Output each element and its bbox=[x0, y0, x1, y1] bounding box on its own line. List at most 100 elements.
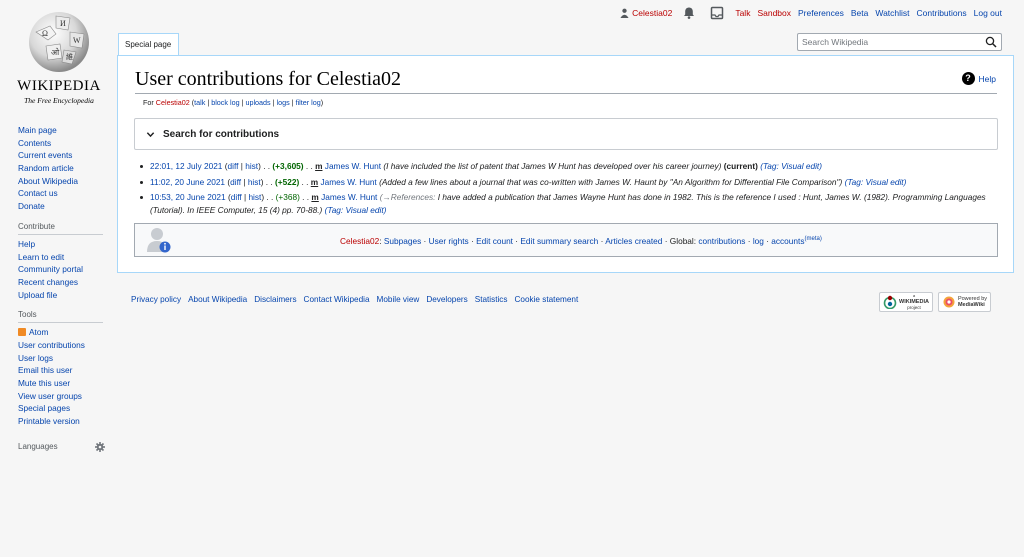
sidebar-item-special-pages[interactable]: Special pages bbox=[18, 403, 70, 413]
edit-summary-search-link[interactable]: Edit summary search bbox=[520, 236, 598, 246]
userbox-user-link[interactable]: Celestia02 bbox=[340, 236, 379, 246]
search-contributions-toggle[interactable]: Search for contributions bbox=[134, 118, 998, 150]
global-accounts-link[interactable]: accounts bbox=[771, 236, 804, 246]
contrib-date-link[interactable]: 10:53, 20 June 2021 bbox=[150, 192, 226, 202]
sidebar-item-user-contributions[interactable]: User contributions bbox=[18, 340, 85, 350]
sidebar-item-contents[interactable]: Contents bbox=[18, 138, 51, 148]
logout-link[interactable]: Log out bbox=[974, 8, 1002, 18]
tag-link[interactable]: (Tag: Visual edit) bbox=[760, 161, 822, 171]
sidebar-item-upload-file[interactable]: Upload file bbox=[18, 290, 57, 300]
preferences-link[interactable]: Preferences bbox=[798, 8, 844, 18]
page-link[interactable]: James W. Hunt bbox=[325, 161, 381, 171]
subtitle-block-log-link[interactable]: block log bbox=[211, 98, 239, 107]
user-info-box: Celestia02: Subpages · User rights · Edi… bbox=[134, 223, 998, 257]
subtitle-logs-link[interactable]: logs bbox=[277, 98, 290, 107]
sidebar-item-view-user-groups[interactable]: View user groups bbox=[18, 391, 82, 401]
section-link[interactable]: (→References: bbox=[380, 192, 436, 202]
sidebar-item-recent-changes[interactable]: Recent changes bbox=[18, 277, 78, 287]
wikipedia-logo[interactable]: Ω И W ओ 維 WIKIPEDIA The Free Encyclopedi… bbox=[14, 8, 104, 108]
help-link[interactable]: ? Help bbox=[961, 72, 996, 85]
sidebar-item-contact[interactable]: Contact us bbox=[18, 188, 58, 198]
user-page-link[interactable]: Celestia02 bbox=[620, 8, 672, 18]
hist-link[interactable]: hist bbox=[248, 177, 261, 187]
search-input[interactable] bbox=[802, 37, 982, 47]
subtitle-uploads-link[interactable]: uploads bbox=[245, 98, 270, 107]
contrib-date-link[interactable]: 11:02, 20 June 2021 bbox=[150, 177, 225, 187]
contributions-list: 22:01, 12 July 2021 (diff | hist) . . (+… bbox=[138, 160, 1000, 219]
size-change: (+3,605) bbox=[272, 161, 304, 171]
svg-text:И: И bbox=[60, 19, 66, 28]
search-bar bbox=[797, 33, 1002, 51]
beta-link[interactable]: Beta bbox=[851, 8, 869, 18]
developers-link[interactable]: Developers bbox=[426, 295, 467, 304]
tag-link[interactable]: (Tag: Visual edit) bbox=[325, 205, 387, 215]
global-contributions-link[interactable]: contributions bbox=[698, 236, 745, 246]
subtitle-user-link[interactable]: Celestia02 bbox=[156, 98, 190, 107]
cookie-statement-link[interactable]: Cookie statement bbox=[515, 295, 579, 304]
powered-by-mediawiki-badge[interactable]: Powered by MediaWiki bbox=[937, 292, 991, 312]
global-label: Global: bbox=[669, 236, 697, 246]
diff-link[interactable]: diff bbox=[230, 177, 241, 187]
diff-link[interactable]: diff bbox=[231, 192, 242, 202]
search-icon[interactable] bbox=[985, 36, 997, 48]
sidebar-item-community-portal[interactable]: Community portal bbox=[18, 264, 83, 274]
sidebar-item-help[interactable]: Help bbox=[18, 239, 35, 249]
search-contributions-label: Search for contributions bbox=[163, 128, 280, 140]
sidebar-item-random-article[interactable]: Random article bbox=[18, 163, 74, 173]
contrib-date-link[interactable]: 22:01, 12 July 2021 bbox=[150, 161, 222, 171]
about-wikipedia-link[interactable]: About Wikipedia bbox=[188, 295, 247, 304]
privacy-policy-link[interactable]: Privacy policy bbox=[131, 295, 181, 304]
gear-icon[interactable] bbox=[95, 441, 105, 452]
wikimedia-project-badge[interactable]: a WIKIMEDIA project bbox=[879, 292, 933, 312]
subtitle-filter-log-link[interactable]: filter log bbox=[296, 98, 321, 107]
personal-toolbar: Celestia02 Talk Sandbox Preferences Beta… bbox=[613, 5, 1002, 21]
heading-divider bbox=[135, 93, 997, 94]
global-log-link[interactable]: log bbox=[753, 236, 764, 246]
subpages-link[interactable]: Subpages bbox=[384, 236, 421, 246]
page-title: User contributions for Celestia02 bbox=[135, 68, 402, 90]
page-link[interactable]: James W. Hunt bbox=[321, 192, 377, 202]
disclaimers-link[interactable]: Disclaimers bbox=[254, 295, 296, 304]
subtitle-talk-link[interactable]: talk bbox=[194, 98, 205, 107]
wikipedia-globe-icon: Ω И W ओ 維 bbox=[29, 12, 89, 72]
sidebar-item-email-user[interactable]: Email this user bbox=[18, 365, 72, 375]
chevron-down-icon bbox=[146, 131, 155, 137]
sidebar-item-printable-version[interactable]: Printable version bbox=[18, 416, 80, 426]
articles-created-link[interactable]: Articles created bbox=[605, 236, 662, 246]
mobile-view-link[interactable]: Mobile view bbox=[377, 295, 420, 304]
diff-link[interactable]: diff bbox=[228, 161, 239, 171]
sidebar-item-mute-user[interactable]: Mute this user bbox=[18, 378, 70, 388]
sandbox-link[interactable]: Sandbox bbox=[757, 8, 791, 18]
sidebar-item-atom[interactable]: Atom bbox=[29, 327, 48, 337]
username-link[interactable]: Celestia02 bbox=[632, 8, 672, 18]
page-link[interactable]: James W. Hunt bbox=[320, 177, 376, 187]
talk-link[interactable]: Talk bbox=[735, 8, 750, 18]
help-label[interactable]: Help bbox=[979, 74, 996, 84]
sidebar-item-main-page[interactable]: Main page bbox=[18, 125, 57, 135]
hist-link[interactable]: hist bbox=[248, 192, 261, 202]
size-change: (+522) bbox=[275, 176, 300, 187]
hist-link[interactable]: hist bbox=[245, 161, 258, 171]
contributions-link[interactable]: Contributions bbox=[917, 8, 967, 18]
contact-wikipedia-link[interactable]: Contact Wikipedia bbox=[304, 295, 370, 304]
svg-text:維: 維 bbox=[66, 52, 73, 61]
user-rights-link[interactable]: User rights bbox=[429, 236, 469, 246]
badge1-line3: project bbox=[907, 305, 921, 310]
sidebar-item-current-events[interactable]: Current events bbox=[18, 150, 72, 160]
sidebar-item-learn-to-edit[interactable]: Learn to edit bbox=[18, 252, 64, 262]
meta-link[interactable]: (meta) bbox=[804, 236, 821, 242]
inbox-icon[interactable] bbox=[710, 6, 724, 20]
wikimedia-icon bbox=[883, 295, 897, 309]
sidebar-contribute: Contribute Help Learn to edit Community … bbox=[18, 222, 113, 301]
tag-link[interactable]: (Tag: Visual edit) bbox=[845, 177, 907, 187]
bell-icon[interactable] bbox=[682, 6, 696, 20]
statistics-link[interactable]: Statistics bbox=[475, 295, 508, 304]
sidebar-item-about[interactable]: About Wikipedia bbox=[18, 176, 78, 186]
sidebar: Main page Contents Current events Random… bbox=[18, 124, 113, 452]
sidebar-item-donate[interactable]: Donate bbox=[18, 201, 45, 211]
edit-count-link[interactable]: Edit count bbox=[476, 236, 513, 246]
tools-heading: Tools bbox=[18, 310, 103, 324]
sidebar-item-user-logs[interactable]: User logs bbox=[18, 353, 53, 363]
watchlist-link[interactable]: Watchlist bbox=[875, 8, 909, 18]
tab-special-page[interactable]: Special page bbox=[118, 33, 179, 55]
